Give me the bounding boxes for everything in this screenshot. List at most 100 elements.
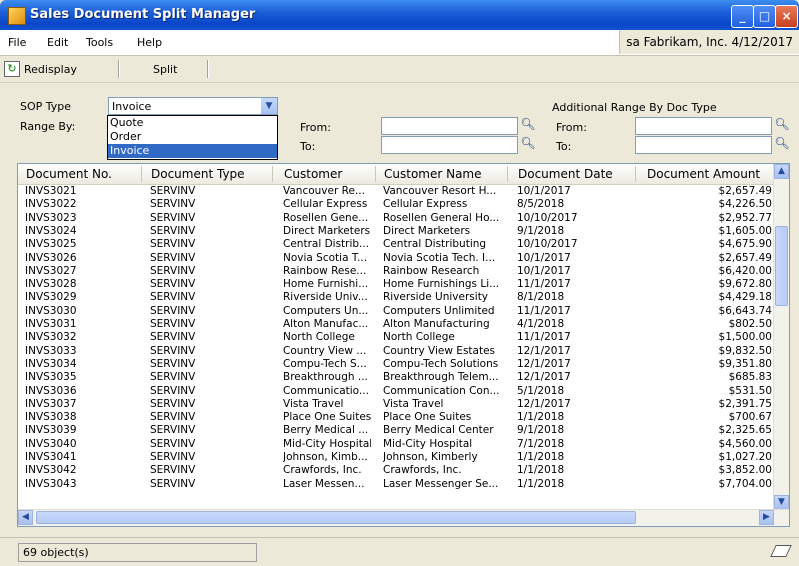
sop-type-select[interactable]: Invoice ▼ <box>108 97 278 115</box>
refresh-icon[interactable]: ↻ <box>4 61 20 77</box>
app-icon <box>8 7 26 25</box>
close-button[interactable]: × <box>775 5 798 28</box>
cell-document-no: INVS3041 <box>25 451 77 463</box>
window-title: Sales Document Split Manager <box>30 7 256 22</box>
table-row[interactable]: INVS3029 SERVINV Riverside Univ... Riversid… <box>18 291 774 303</box>
cell-customer-name: Home Furnishings Li... <box>383 278 500 291</box>
title-bar[interactable]: Sales Document Split Manager _ □ × <box>0 0 799 30</box>
menu-tools[interactable]: Tools <box>86 36 113 49</box>
search-icon[interactable]: 🔍︎ <box>520 136 536 152</box>
redisplay-button[interactable]: Redisplay <box>24 63 77 76</box>
documents-grid[interactable]: Document No. Document Type Customer Cust… <box>17 163 790 527</box>
table-row[interactable]: INVS3037 SERVINV Vista Travel Vista Travel 1… <box>18 398 774 410</box>
table-row[interactable]: INVS3043 SERVINV Laser Messen... Laser Mess… <box>18 478 774 490</box>
col-document-date[interactable]: Document Date <box>518 167 613 181</box>
table-row[interactable]: INVS3031 SERVINV Alton Manufac... Alton Man… <box>18 318 774 330</box>
cell-document-date: 10/10/2017 <box>517 238 578 251</box>
vertical-scroll-thumb[interactable] <box>775 226 788 306</box>
to-field[interactable] <box>381 136 518 154</box>
table-row[interactable]: INVS3040 SERVINV Mid-City Hospital Mid-City… <box>18 438 774 450</box>
table-row[interactable]: INVS3026 SERVINV Novia Scotia T... Novia Sc… <box>18 252 774 264</box>
column-divider[interactable] <box>272 166 273 182</box>
cell-customer-name: Cellular Express <box>383 198 468 211</box>
cell-document-amount: $2,952.77 <box>718 211 772 224</box>
horizontal-scrollbar[interactable]: ◀ ▶ <box>18 509 789 526</box>
chevron-down-icon[interactable]: ▼ <box>261 98 277 114</box>
column-divider[interactable] <box>141 166 142 182</box>
from-field[interactable] <box>381 117 518 135</box>
table-row[interactable]: INVS3036 SERVINV Communicatio... Communicat… <box>18 385 774 397</box>
from2-field[interactable] <box>635 117 772 135</box>
table-row[interactable]: INVS3021 SERVINV Vancouver Re... Vancouver … <box>18 185 774 197</box>
col-customer[interactable]: Customer <box>284 167 342 181</box>
sop-type-dropdown-list: Quote Order Invoice <box>107 115 278 160</box>
cell-document-amount: $4,226.50 <box>718 198 772 211</box>
col-document-type[interactable]: Document Type <box>151 167 245 181</box>
column-divider[interactable] <box>507 166 508 182</box>
option-quote[interactable]: Quote <box>108 116 277 130</box>
scroll-left-icon[interactable]: ◀ <box>18 510 33 525</box>
table-row[interactable]: INVS3028 SERVINV Home Furnishi... Home Furn… <box>18 278 774 290</box>
cell-document-type: SERVINV <box>150 477 196 490</box>
table-row[interactable]: INVS3022 SERVINV Cellular Express Cellular … <box>18 198 774 210</box>
scroll-right-icon[interactable]: ▶ <box>759 510 774 525</box>
col-document-amount[interactable]: Document Amount <box>647 167 760 181</box>
cell-customer-name: Mid-City Hospital <box>383 437 473 450</box>
option-order[interactable]: Order <box>108 130 277 144</box>
cell-customer-name: Rosellen General Ho... <box>383 211 500 224</box>
cell-customer: Novia Scotia T... <box>283 251 368 264</box>
eraser-icon[interactable] <box>770 545 792 557</box>
object-count: 69 object(s) <box>18 543 257 562</box>
cell-document-amount: $9,351.80 <box>718 357 772 370</box>
table-row[interactable]: INVS3035 SERVINV Breakthrough ... Breakthro… <box>18 371 774 383</box>
option-invoice[interactable]: Invoice <box>108 144 277 158</box>
menu-file[interactable]: File <box>8 36 26 49</box>
column-divider[interactable] <box>635 166 636 182</box>
table-row[interactable]: INVS3034 SERVINV Compu-Tech S... Compu-Tech… <box>18 358 774 370</box>
search-icon[interactable]: 🔍︎ <box>774 117 790 133</box>
table-row[interactable]: INVS3030 SERVINV Computers Un... Computers … <box>18 305 774 317</box>
cell-document-no: INVS3024 <box>25 224 77 237</box>
from-label: From: <box>300 121 331 134</box>
cell-document-type: SERVINV <box>150 238 196 251</box>
scroll-up-icon[interactable]: ▲ <box>774 164 789 179</box>
cell-document-amount: $1,605.00 <box>718 224 772 237</box>
horizontal-scroll-thumb[interactable] <box>36 511 636 524</box>
table-row[interactable]: INVS3042 SERVINV Crawfords, Inc. Crawfords,… <box>18 464 774 476</box>
cell-document-type: SERVINV <box>150 451 196 463</box>
col-customer-name[interactable]: Customer Name <box>384 167 482 181</box>
cell-document-amount: $6,643.74 <box>718 304 772 317</box>
table-row[interactable]: INVS3025 SERVINV Central Distrib... Central… <box>18 238 774 250</box>
sop-type-value: Invoice <box>112 100 152 113</box>
vertical-scrollbar[interactable]: ▲ ▼ <box>773 164 789 510</box>
split-button[interactable]: Split <box>153 63 177 76</box>
table-row[interactable]: INVS3023 SERVINV Rosellen Gene... Rosellen … <box>18 212 774 224</box>
search-icon[interactable]: 🔍︎ <box>774 136 790 152</box>
cell-document-no: INVS3040 <box>25 437 77 450</box>
search-icon[interactable]: 🔍︎ <box>520 117 536 133</box>
column-divider[interactable] <box>375 166 376 182</box>
table-row[interactable]: INVS3041 SERVINV Johnson, Kimb... Johnson, … <box>18 451 774 463</box>
cell-customer: Rainbow Rese... <box>283 264 367 277</box>
to2-field[interactable] <box>635 136 772 154</box>
table-row[interactable]: INVS3024 SERVINV Direct Marketers Direct Ma… <box>18 225 774 237</box>
maximize-button[interactable]: □ <box>753 5 776 28</box>
cell-document-amount: $802.50 <box>728 318 772 330</box>
scroll-down-icon[interactable]: ▼ <box>774 495 789 510</box>
minimize-button[interactable]: _ <box>731 5 754 28</box>
table-row[interactable]: INVS3039 SERVINV Berry Medical ... Berry Me… <box>18 424 774 436</box>
table-row[interactable]: INVS3032 SERVINV North College North Colleg… <box>18 331 774 343</box>
cell-customer-name: Berry Medical Center <box>383 424 494 437</box>
menu-help[interactable]: Help <box>137 36 162 49</box>
cell-document-type: SERVINV <box>150 344 196 357</box>
cell-document-date: 10/1/2017 <box>517 264 571 277</box>
col-document-no[interactable]: Document No. <box>26 167 112 181</box>
table-row[interactable]: INVS3027 SERVINV Rainbow Rese... Rainbow Re… <box>18 265 774 277</box>
table-row[interactable]: INVS3033 SERVINV Country View ... Country V… <box>18 345 774 357</box>
cell-document-date: 10/10/2017 <box>517 211 578 224</box>
table-row[interactable]: INVS3038 SERVINV Place One Suites Place One… <box>18 411 774 423</box>
cell-document-amount: $2,657.49 <box>718 185 772 197</box>
cell-customer: Place One Suites <box>283 411 371 424</box>
menu-edit[interactable]: Edit <box>47 36 68 49</box>
cell-document-amount: $6,420.00 <box>718 264 772 277</box>
